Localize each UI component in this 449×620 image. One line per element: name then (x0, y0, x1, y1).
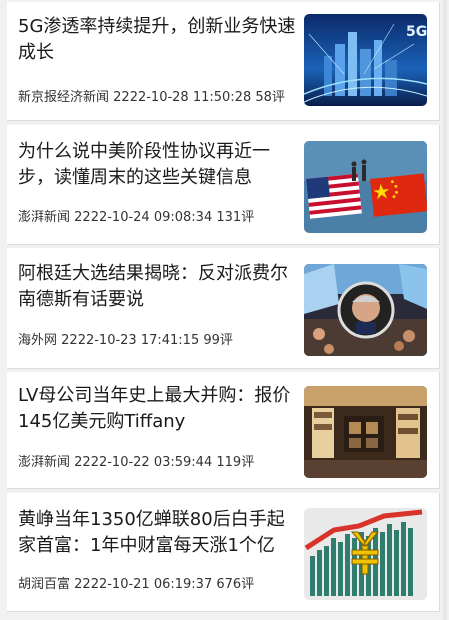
news-source: 澎湃新闻 (18, 210, 71, 225)
us-china-flags-image (304, 141, 427, 233)
scrollbar[interactable] (443, 0, 447, 620)
news-thumbnail[interactable] (304, 264, 427, 356)
yuan-chart-image (304, 508, 427, 600)
news-time: 2222-10-21 06:19:37 (74, 577, 213, 592)
news-comments[interactable]: 119评 (216, 455, 254, 470)
news-source: 海外网 (18, 333, 58, 348)
news-thumbnail[interactable] (304, 508, 427, 600)
5g-city-image: 5G (304, 14, 427, 106)
news-card[interactable]: 阿根廷大选结果揭晓：反对派费尔南德斯有话要说 海外网 2222-10-23 17… (7, 248, 440, 369)
news-meta: 海外网 2222-10-23 17:41:15 99评 (18, 329, 233, 348)
news-title[interactable]: 阿根廷大选结果揭晓：反对派费尔南德斯有话要说 (18, 261, 298, 313)
news-card[interactable]: 为什么说中美阶段性协议再近一步，读懂周末的这些关键信息 澎湃新闻 2222-10… (7, 125, 440, 245)
news-thumbnail[interactable] (304, 386, 427, 478)
news-time: 2222-10-22 03:59:44 (74, 455, 213, 470)
news-comments[interactable]: 131评 (216, 210, 254, 225)
argentina-rally-image (304, 264, 427, 356)
news-title[interactable]: 黄峥当年1350亿蝉联80后白手起家首富：1年中财富每天涨1个亿 (18, 507, 298, 559)
news-card[interactable]: 黄峥当年1350亿蝉联80后白手起家首富：1年中财富每天涨1个亿 胡润百富 22… (7, 493, 440, 612)
news-source: 新京报经济新闻 (18, 90, 110, 105)
news-time: 2222-10-24 09:08:34 (74, 210, 213, 225)
news-meta: 澎湃新闻 2222-10-24 09:08:34 131评 (18, 206, 254, 225)
news-meta: 胡润百富 2222-10-21 06:19:37 676评 (18, 573, 254, 592)
news-thumbnail[interactable] (304, 141, 427, 233)
lv-store-image (304, 386, 427, 478)
news-meta: 澎湃新闻 2222-10-22 03:59:44 119评 (18, 451, 254, 470)
news-title[interactable]: LV母公司当年史上最大并购：报价145亿美元购Tiffany (18, 383, 298, 435)
news-comments[interactable]: 58评 (255, 90, 285, 105)
news-card[interactable]: LV母公司当年史上最大并购：报价145亿美元购Tiffany 澎湃新闻 2222… (7, 372, 440, 489)
news-time: 2222-10-23 17:41:15 (61, 333, 200, 348)
news-source: 澎湃新闻 (18, 455, 71, 470)
news-time: 2222-10-28 11:50:28 (113, 90, 252, 105)
news-comments[interactable]: 676评 (216, 577, 254, 592)
thumb-5g-text: 5G (406, 24, 427, 40)
news-thumbnail[interactable]: 5G (304, 14, 427, 106)
news-card[interactable]: 5G渗透率持续提升，创新业务快速成长 新京报经济新闻 2222-10-28 11… (7, 2, 440, 121)
news-source: 胡润百富 (18, 577, 71, 592)
news-meta: 新京报经济新闻 2222-10-28 11:50:28 58评 (18, 86, 285, 105)
news-title[interactable]: 5G渗透率持续提升，创新业务快速成长 (18, 14, 298, 66)
news-comments[interactable]: 99评 (203, 333, 233, 348)
news-feed: 5G渗透率持续提升，创新业务快速成长 新京报经济新闻 2222-10-28 11… (0, 0, 449, 620)
news-title[interactable]: 为什么说中美阶段性协议再近一步，读懂周末的这些关键信息 (18, 139, 298, 191)
